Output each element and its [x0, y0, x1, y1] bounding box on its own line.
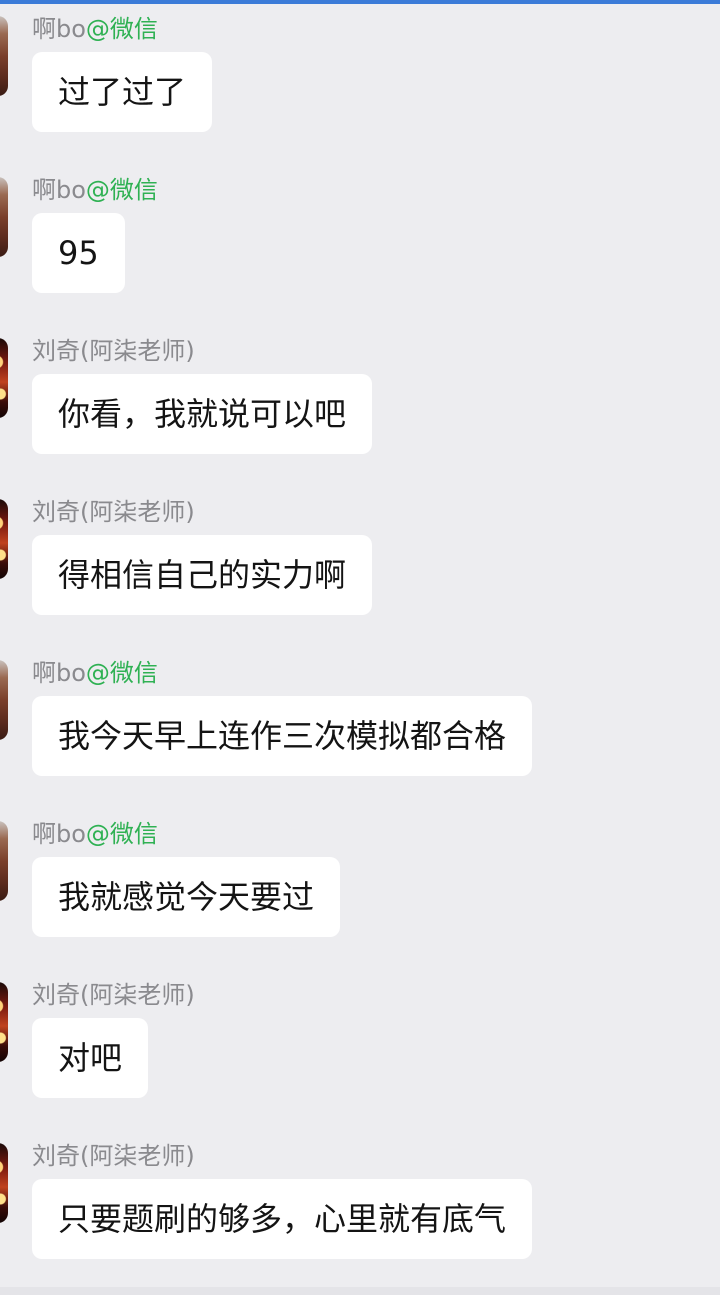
chat-message: 刘奇(阿柒老师) 得相信自己的实力啊 — [0, 483, 720, 633]
sender-avatar-icon[interactable] — [0, 177, 8, 257]
sender-avatar-icon[interactable] — [0, 821, 8, 901]
sender-name: 啊bo — [32, 659, 86, 687]
sender-name: 刘奇(阿柒老师) — [32, 498, 195, 526]
message-bubble[interactable]: 只要题刷的够多，心里就有底气 — [32, 1179, 533, 1259]
chat-message: 刘奇(阿柒老师) 你看，我就说可以吧 — [0, 322, 720, 472]
message-bubble[interactable]: 我就感觉今天要过 — [32, 857, 341, 937]
sender-name-line: 刘奇(阿柒老师) — [32, 980, 195, 1010]
wechat-source-tag: @微信 — [85, 176, 158, 204]
sender-name-line: 啊bo@微信 — [32, 658, 158, 688]
message-bubble[interactable]: 过了过了 — [32, 52, 213, 132]
wechat-source-tag: @微信 — [85, 15, 158, 43]
sender-avatar-icon[interactable] — [0, 982, 8, 1062]
bottom-divider — [0, 1287, 720, 1295]
wechat-source-tag: @微信 — [85, 659, 158, 687]
sender-name-line: 啊bo@微信 — [32, 819, 158, 849]
chat-message: 啊bo@微信 我就感觉今天要过 — [0, 805, 720, 955]
sender-name: 啊bo — [32, 176, 86, 204]
chat-message: 刘奇(阿柒老师) 对吧 — [0, 966, 720, 1116]
chat-message: 刘奇(阿柒老师) 只要题刷的够多，心里就有底气 — [0, 1127, 720, 1277]
sender-name: 啊bo — [32, 15, 86, 43]
sender-avatar-icon[interactable] — [0, 660, 8, 740]
chat-message: 啊bo@微信 95 — [0, 161, 720, 311]
chat-message: 啊bo@微信 我今天早上连作三次模拟都合格 — [0, 644, 720, 794]
message-bubble[interactable]: 对吧 — [32, 1018, 149, 1098]
message-bubble[interactable]: 你看，我就说可以吧 — [32, 374, 373, 454]
sender-name-line: 刘奇(阿柒老师) — [32, 1141, 195, 1171]
sender-avatar-icon[interactable] — [0, 1143, 8, 1223]
message-bubble[interactable]: 得相信自己的实力啊 — [32, 535, 373, 615]
sender-name: 啊bo — [32, 820, 86, 848]
chat-message: 啊bo@微信 过了过了 — [0, 0, 720, 150]
sender-avatar-icon[interactable] — [0, 16, 8, 96]
sender-name-line: 刘奇(阿柒老师) — [32, 336, 195, 366]
sender-name-line: 啊bo@微信 — [32, 175, 158, 205]
message-bubble[interactable]: 我今天早上连作三次模拟都合格 — [32, 696, 533, 776]
sender-name: 刘奇(阿柒老师) — [32, 1142, 195, 1170]
sender-name-line: 刘奇(阿柒老师) — [32, 497, 195, 527]
message-bubble[interactable]: 95 — [32, 213, 125, 293]
sender-name-line: 啊bo@微信 — [32, 14, 158, 44]
sender-name: 刘奇(阿柒老师) — [32, 981, 195, 1009]
sender-name: 刘奇(阿柒老师) — [32, 337, 195, 365]
sender-avatar-icon[interactable] — [0, 338, 8, 418]
sender-avatar-icon[interactable] — [0, 499, 8, 579]
wechat-source-tag: @微信 — [85, 820, 158, 848]
